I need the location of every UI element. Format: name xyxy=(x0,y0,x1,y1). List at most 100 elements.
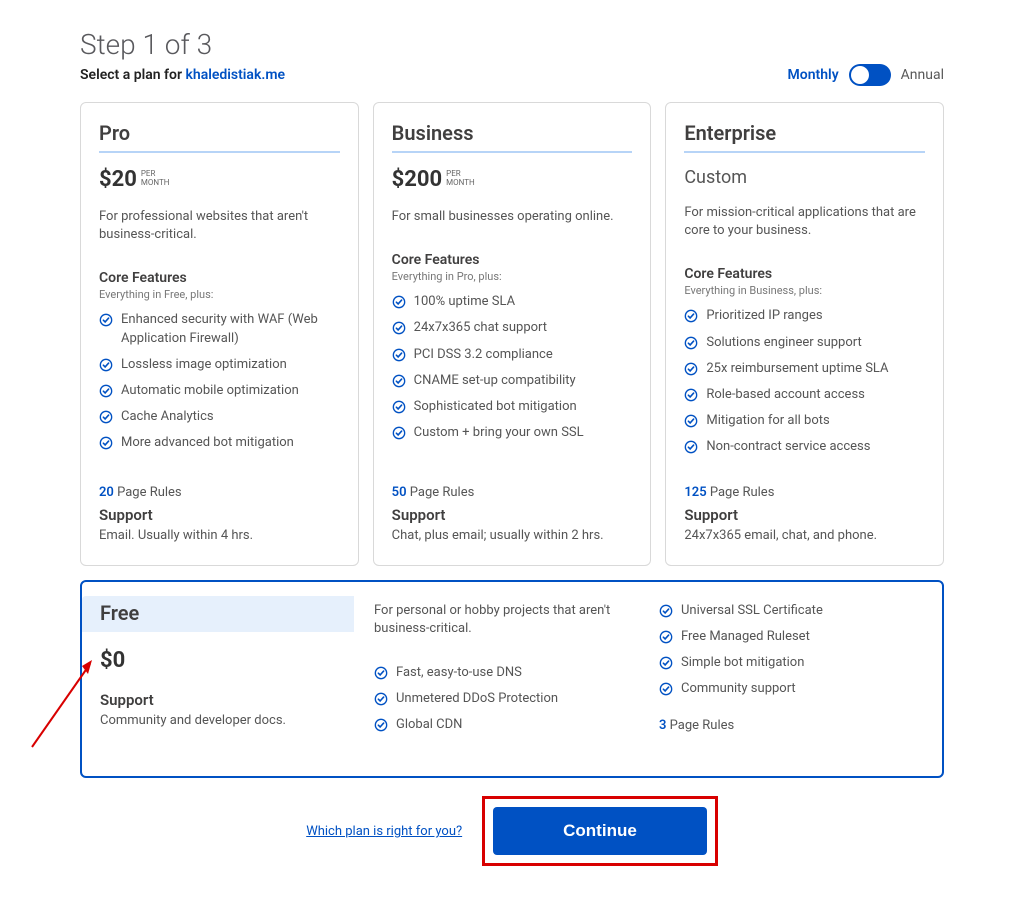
feature-item: 100% uptime SLA xyxy=(392,293,633,311)
per-month: PERMONTH xyxy=(446,167,475,188)
plan-desc: For small businesses operating online. xyxy=(392,208,633,226)
rules-count: 125 xyxy=(684,485,706,500)
check-circle-icon xyxy=(99,384,113,398)
feature-item: PCI DSS 3.2 compliance xyxy=(392,346,633,364)
rules-label: Page Rules xyxy=(707,485,775,500)
feature-item: Prioritized IP ranges xyxy=(684,307,925,325)
plan-desc: For personal or hobby projects that aren… xyxy=(374,602,639,638)
feature-item: 24x7x365 chat support xyxy=(392,319,633,337)
check-circle-icon xyxy=(659,630,673,644)
toggle-switch[interactable] xyxy=(849,64,891,86)
support-desc: Email. Usually within 4 hrs. xyxy=(99,528,340,543)
core-features-title: Core Features xyxy=(99,270,340,286)
check-circle-icon xyxy=(392,348,406,362)
feature-item: Simple bot mitigation xyxy=(659,654,924,672)
check-circle-icon xyxy=(392,400,406,414)
core-features-title: Core Features xyxy=(392,252,633,268)
feature-item: Mitigation for all bots xyxy=(684,412,925,430)
feature-item: Unmetered DDoS Protection xyxy=(374,690,639,708)
check-circle-icon xyxy=(659,656,673,670)
check-circle-icon xyxy=(374,692,388,706)
plan-card-free[interactable]: Free $0 Support Community and developer … xyxy=(80,580,944,779)
check-circle-icon xyxy=(684,309,698,323)
continue-button[interactable]: Continue xyxy=(493,807,707,855)
plan-name: Business xyxy=(392,121,633,153)
support-desc: Chat, plus email; usually within 2 hrs. xyxy=(392,528,633,543)
plan-name: Pro xyxy=(99,121,340,153)
check-circle-icon xyxy=(684,362,698,376)
feature-item: Community support xyxy=(659,680,924,698)
plan-desc: For professional websites that aren't bu… xyxy=(99,208,340,244)
plan-name: Enterprise xyxy=(684,121,925,153)
plan-card-business[interactable]: Business $200PERMONTH For small businesses… xyxy=(373,102,652,566)
billing-monthly-label: Monthly xyxy=(788,67,839,83)
plan-card-enterprise[interactable]: Enterprise Custom For mission-critical app… xyxy=(665,102,944,566)
page-rules: 3 Page Rules xyxy=(659,718,924,733)
annotation-box: Continue xyxy=(482,796,718,866)
rules-count: 50 xyxy=(392,485,407,500)
check-circle-icon xyxy=(392,295,406,309)
feature-item: Non-contract service access xyxy=(684,438,925,456)
page-rules: 125 Page Rules xyxy=(684,485,925,500)
billing-annual-label: Annual xyxy=(901,67,944,83)
feature-item: Automatic mobile optimization xyxy=(99,382,340,400)
check-circle-icon xyxy=(392,374,406,388)
rules-count: 20 xyxy=(99,485,114,500)
support-desc: Community and developer docs. xyxy=(100,713,336,728)
billing-toggle[interactable]: Monthly Annual xyxy=(788,64,944,86)
core-features-title: Core Features xyxy=(684,266,925,282)
feature-item: Universal SSL Certificate xyxy=(659,602,924,620)
check-circle-icon xyxy=(684,440,698,454)
feature-item: More advanced bot mitigation xyxy=(99,434,340,452)
feature-item: Lossless image optimization xyxy=(99,356,340,374)
rules-label: Page Rules xyxy=(114,485,182,500)
core-features-sub: Everything in Business, plus: xyxy=(684,284,925,297)
feature-item: Custom + bring your own SSL xyxy=(392,424,633,442)
check-circle-icon xyxy=(99,410,113,424)
core-features-sub: Everything in Free, plus: xyxy=(99,288,340,301)
check-circle-icon xyxy=(684,336,698,350)
core-features-sub: Everything in Pro, plus: xyxy=(392,270,633,283)
feature-item: Global CDN xyxy=(374,716,639,734)
check-circle-icon xyxy=(659,604,673,618)
help-link[interactable]: Which plan is right for you? xyxy=(306,824,462,839)
step-title: Step 1 of 3 xyxy=(80,28,285,61)
page-rules: 50 Page Rules xyxy=(392,485,633,500)
feature-item: Fast, easy-to-use DNS xyxy=(374,664,639,682)
per-month: PERMONTH xyxy=(141,167,170,188)
plan-name: Free xyxy=(100,601,336,625)
feature-item: Free Managed Ruleset xyxy=(659,628,924,646)
check-circle-icon xyxy=(684,414,698,428)
check-circle-icon xyxy=(684,388,698,402)
support-title: Support xyxy=(684,506,925,524)
subtitle-prefix: Select a plan for xyxy=(80,67,185,83)
check-circle-icon xyxy=(374,666,388,680)
feature-item: 25x reimbursement uptime SLA xyxy=(684,360,925,378)
support-title: Support xyxy=(100,691,336,709)
feature-item: Role-based account access xyxy=(684,386,925,404)
plan-price: $20 xyxy=(99,167,137,192)
plan-price-custom: Custom xyxy=(684,167,925,188)
page-rules: 20 Page Rules xyxy=(99,485,340,500)
check-circle-icon xyxy=(99,358,113,372)
check-circle-icon xyxy=(99,436,113,450)
plan-card-pro[interactable]: Pro $20PERMONTH For professional websites … xyxy=(80,102,359,566)
feature-item: Cache Analytics xyxy=(99,408,340,426)
support-title: Support xyxy=(99,506,340,524)
feature-item: Solutions engineer support xyxy=(684,334,925,352)
check-circle-icon xyxy=(99,313,113,327)
plan-price: $0 xyxy=(100,648,336,673)
domain-link[interactable]: khaledistiak.me xyxy=(185,67,285,83)
check-circle-icon xyxy=(659,682,673,696)
free-name-highlight: Free xyxy=(82,596,354,632)
feature-item: CNAME set-up compatibility xyxy=(392,372,633,390)
plan-desc: For mission-critical applications that a… xyxy=(684,204,925,240)
rules-label: Page Rules xyxy=(407,485,475,500)
support-desc: 24x7x365 email, chat, and phone. xyxy=(684,528,925,543)
plan-price: $200 xyxy=(392,167,443,192)
support-title: Support xyxy=(392,506,633,524)
check-circle-icon xyxy=(392,426,406,440)
rules-label: Page Rules xyxy=(666,718,734,733)
check-circle-icon xyxy=(374,718,388,732)
feature-item: Sophisticated bot mitigation xyxy=(392,398,633,416)
